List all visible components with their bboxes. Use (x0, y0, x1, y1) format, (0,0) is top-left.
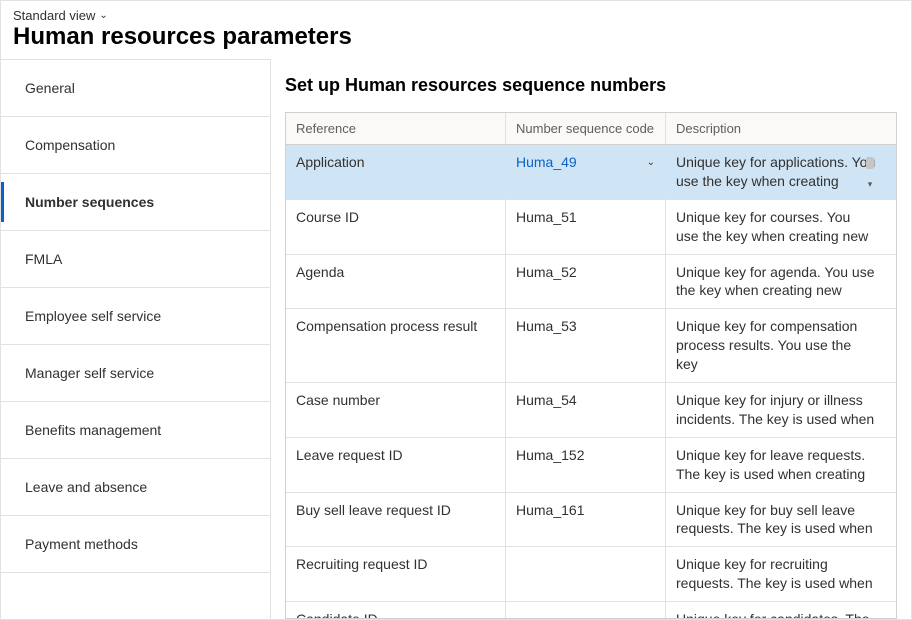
cell-code[interactable] (506, 547, 666, 601)
cell-description: Unique key for recruiting requests. The … (666, 547, 896, 601)
sidebar-item-label: Manager self service (25, 365, 154, 381)
cell-description: Unique key for applications. You use the… (666, 145, 896, 199)
cell-description: Unique key for courses. You use the key … (666, 200, 896, 254)
sidebar-item-label: Employee self service (25, 308, 161, 324)
sidebar-item-label: Compensation (25, 137, 115, 153)
grid-header: Reference Number sequence code Descripti… (286, 113, 896, 145)
sidebar-item-label: Leave and absence (25, 479, 147, 495)
table-row[interactable]: Candidate ID Unique key for candidates. … (286, 602, 896, 618)
cell-description: Unique key for leave requests. The key i… (666, 438, 896, 492)
scroll-down-icon[interactable]: ▾ (866, 179, 874, 189)
scrollbar-thumb[interactable] (866, 157, 874, 169)
sidebar-item-compensation[interactable]: Compensation (1, 117, 270, 174)
sequence-grid: Reference Number sequence code Descripti… (285, 112, 897, 619)
section-title: Set up Human resources sequence numbers (285, 75, 897, 96)
main-content: Set up Human resources sequence numbers … (271, 59, 911, 619)
cell-code[interactable]: Huma_53 (506, 309, 666, 382)
table-row[interactable]: Case number Huma_54 Unique key for injur… (286, 383, 896, 438)
table-row[interactable]: Agenda Huma_52 Unique key for agenda. Yo… (286, 255, 896, 310)
sidebar-item-benefits-management[interactable]: Benefits management (1, 402, 270, 459)
sidebar-item-label: Benefits management (25, 422, 161, 438)
sidebar-item-label: Number sequences (25, 194, 154, 210)
column-header-reference[interactable]: Reference (286, 113, 506, 144)
cell-reference: Compensation process result (286, 309, 506, 382)
cell-code[interactable]: Huma_152 (506, 438, 666, 492)
cell-reference: Buy sell leave request ID (286, 493, 506, 547)
table-row[interactable]: Course ID Huma_51 Unique key for courses… (286, 200, 896, 255)
cell-reference: Candidate ID (286, 602, 506, 618)
table-row[interactable]: Leave request ID Huma_152 Unique key for… (286, 438, 896, 493)
sidebar: General Compensation Number sequences FM… (1, 59, 271, 619)
sidebar-item-label: Payment methods (25, 536, 138, 552)
view-selector[interactable]: Standard view ⌄ (13, 8, 108, 23)
cell-code[interactable]: Huma_49 ⌄ (506, 145, 666, 199)
grid-body[interactable]: Application Huma_49 ⌄ Unique key for app… (286, 145, 896, 618)
cell-reference: Application (286, 145, 506, 199)
cell-code[interactable]: Huma_51 (506, 200, 666, 254)
cell-code[interactable]: Huma_54 (506, 383, 666, 437)
cell-reference: Recruiting request ID (286, 547, 506, 601)
cell-reference: Agenda (286, 255, 506, 309)
cell-description: Unique key for candidates. The key is us… (666, 602, 896, 618)
cell-description: Unique key for compensation process resu… (666, 309, 896, 382)
cell-code[interactable]: Huma_52 (506, 255, 666, 309)
table-row[interactable]: Recruiting request ID Unique key for rec… (286, 547, 896, 602)
column-header-code[interactable]: Number sequence code (506, 113, 666, 144)
table-row[interactable]: Buy sell leave request ID Huma_161 Uniqu… (286, 493, 896, 548)
page-title: Human resources parameters (13, 23, 899, 51)
column-header-description[interactable]: Description (666, 113, 896, 144)
cell-description: Unique key for agenda. You use the key w… (666, 255, 896, 309)
cell-reference: Case number (286, 383, 506, 437)
sidebar-item-label: FMLA (25, 251, 62, 267)
sidebar-item-label: General (25, 80, 75, 96)
sidebar-item-manager-self-service[interactable]: Manager self service (1, 345, 270, 402)
sidebar-item-general[interactable]: General (1, 59, 270, 117)
cell-description: Unique key for injury or illness inciden… (666, 383, 896, 437)
cell-reference: Leave request ID (286, 438, 506, 492)
table-row[interactable]: Application Huma_49 ⌄ Unique key for app… (286, 145, 896, 200)
sidebar-item-leave-and-absence[interactable]: Leave and absence (1, 459, 270, 516)
cell-reference: Course ID (286, 200, 506, 254)
view-selector-label: Standard view (13, 8, 95, 23)
sidebar-item-number-sequences[interactable]: Number sequences (1, 174, 270, 231)
sidebar-item-fmla[interactable]: FMLA (1, 231, 270, 288)
cell-code[interactable]: Huma_161 (506, 493, 666, 547)
table-row[interactable]: Compensation process result Huma_53 Uniq… (286, 309, 896, 383)
cell-description: Unique key for buy sell leave requests. … (666, 493, 896, 547)
chevron-down-icon: ⌄ (99, 10, 107, 21)
cell-code[interactable] (506, 602, 666, 618)
sidebar-item-payment-methods[interactable]: Payment methods (1, 516, 270, 573)
sidebar-item-employee-self-service[interactable]: Employee self service (1, 288, 270, 345)
chevron-down-icon[interactable]: ⌄ (647, 156, 655, 170)
